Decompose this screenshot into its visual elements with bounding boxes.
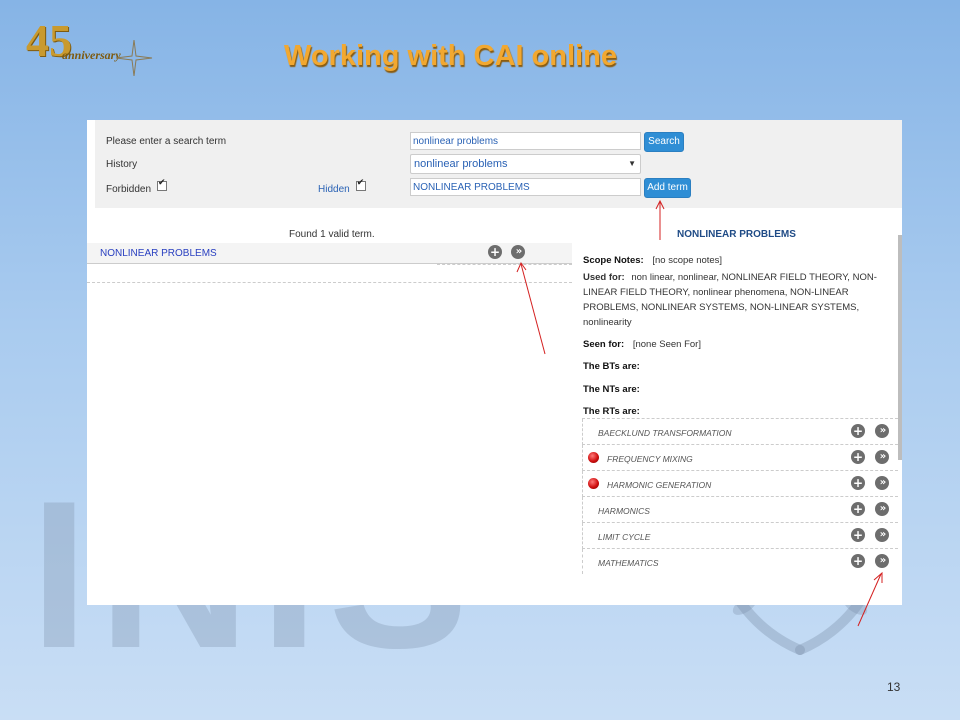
annotation-arrows [516, 199, 883, 627]
page-number: 13 [887, 680, 901, 694]
